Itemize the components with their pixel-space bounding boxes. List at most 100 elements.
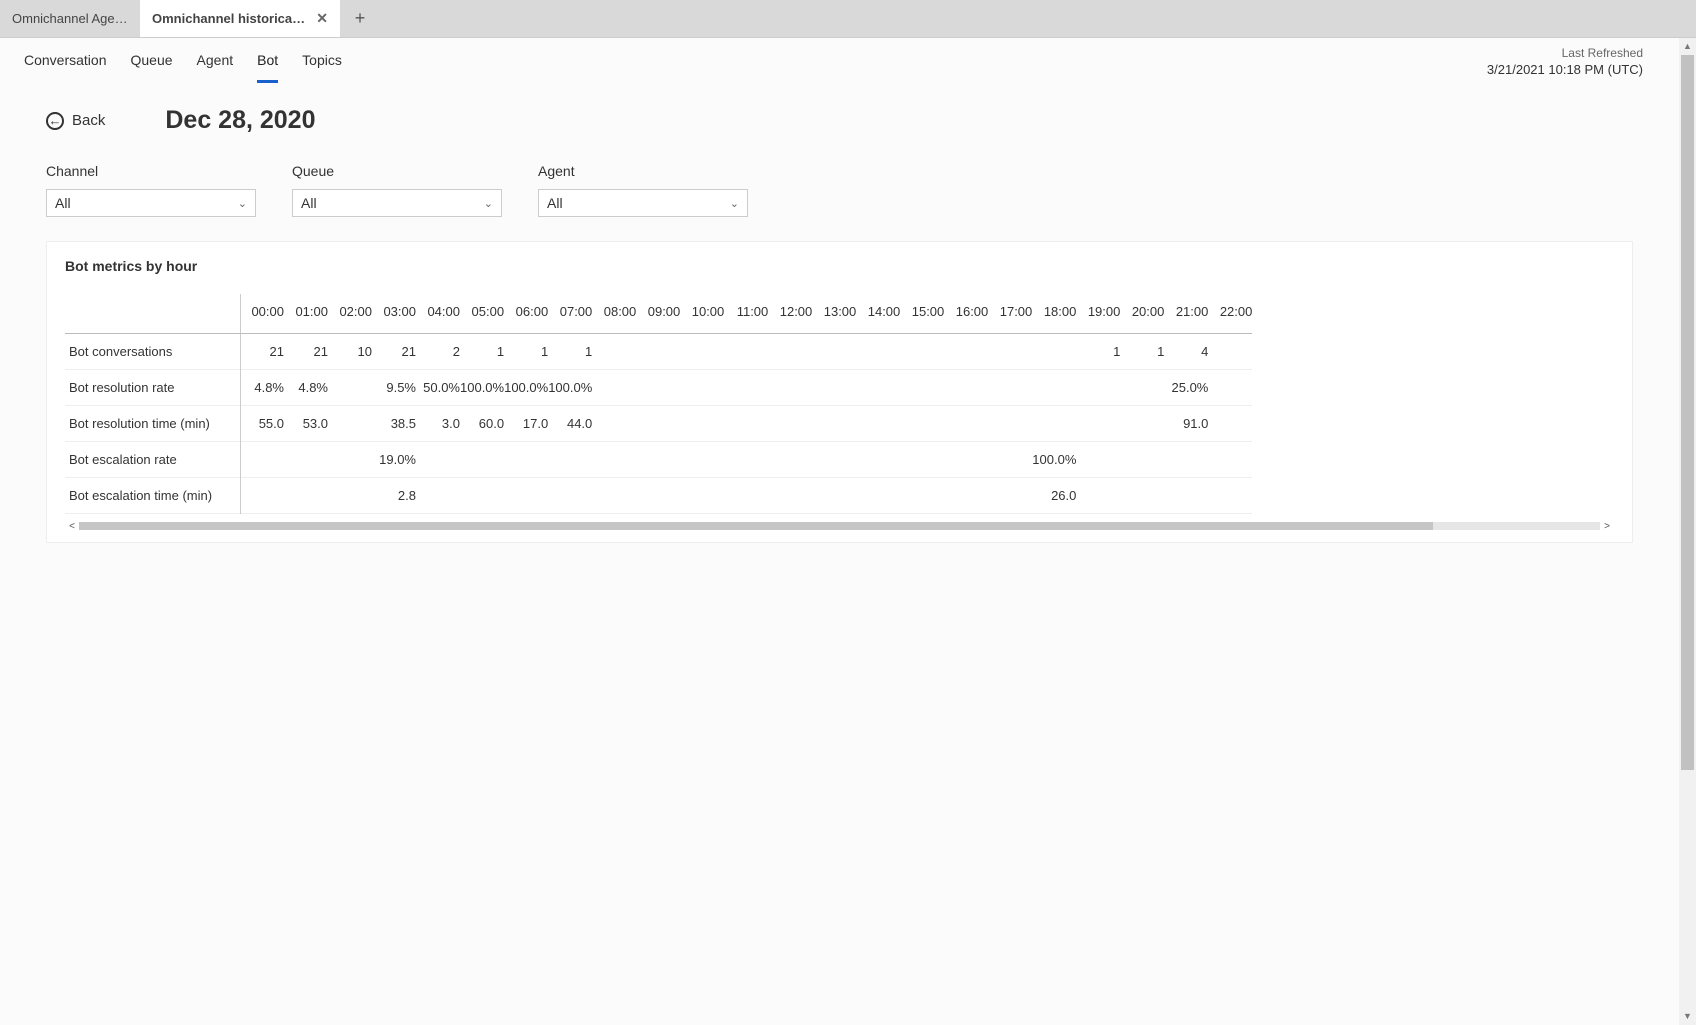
metric-cell: 21 — [372, 334, 416, 370]
metric-cell — [988, 370, 1032, 406]
metric-cell — [592, 334, 636, 370]
scroll-down-icon[interactable]: ▼ — [1679, 1008, 1696, 1025]
vertical-scrollbar[interactable]: ▲ ▼ — [1679, 38, 1696, 1025]
metric-cell: 100.0% — [548, 370, 592, 406]
metric-cell — [592, 406, 636, 442]
metric-cell — [1120, 406, 1164, 442]
hour-header: 17:00 — [988, 294, 1032, 334]
metric-cell — [988, 406, 1032, 442]
metric-cell — [504, 478, 548, 514]
tab-queue[interactable]: Queue — [131, 42, 173, 83]
hour-header: 20:00 — [1120, 294, 1164, 334]
metric-cell — [1120, 370, 1164, 406]
back-button[interactable]: Back — [46, 112, 105, 130]
app-tab-label: Omnichannel Age… — [12, 11, 128, 26]
hour-header: 04:00 — [416, 294, 460, 334]
filter-select-queue[interactable]: All⌄ — [292, 189, 502, 217]
metric-cell — [944, 478, 988, 514]
scroll-left-icon[interactable]: < — [65, 521, 79, 532]
metric-cell: 17.0 — [504, 406, 548, 442]
metric-cell — [1076, 406, 1120, 442]
horizontal-scrollbar[interactable]: < > — [65, 520, 1614, 532]
tab-conversation[interactable]: Conversation — [24, 42, 107, 83]
metric-cell — [768, 442, 812, 478]
metric-cell — [768, 406, 812, 442]
metric-cell — [240, 442, 284, 478]
metric-cell — [812, 334, 856, 370]
metric-cell — [944, 442, 988, 478]
metric-cell: 1 — [460, 334, 504, 370]
metric-cell — [812, 370, 856, 406]
hour-header: 08:00 — [592, 294, 636, 334]
metric-cell — [724, 478, 768, 514]
metric-cell — [240, 478, 284, 514]
filter-select-agent[interactable]: All⌄ — [538, 189, 748, 217]
metric-cell — [1164, 442, 1208, 478]
hour-header: 18:00 — [1032, 294, 1076, 334]
metric-cell: 3.0 — [416, 406, 460, 442]
horizontal-scrollbar-thumb[interactable] — [79, 522, 1433, 530]
metric-cell — [988, 334, 1032, 370]
metric-cell — [680, 370, 724, 406]
metric-cell — [328, 442, 372, 478]
metric-cell: 1 — [504, 334, 548, 370]
metric-cell: 21 — [240, 334, 284, 370]
metric-cell: 4 — [1164, 334, 1208, 370]
metric-label: Bot escalation time (min) — [65, 478, 240, 514]
metric-cell — [460, 478, 504, 514]
table-row: Bot resolution time (min)55.053.038.53.0… — [65, 406, 1252, 442]
metric-cell: 21 — [284, 334, 328, 370]
metric-cell — [1208, 478, 1252, 514]
scroll-up-icon[interactable]: ▲ — [1679, 38, 1696, 55]
metric-label: Bot escalation rate — [65, 442, 240, 478]
chevron-down-icon: ⌄ — [484, 197, 493, 210]
filter-select-channel[interactable]: All⌄ — [46, 189, 256, 217]
filter-agent: AgentAll⌄ — [538, 163, 748, 217]
vertical-scrollbar-thumb[interactable] — [1681, 55, 1694, 770]
tab-topics[interactable]: Topics — [302, 42, 342, 83]
metric-cell — [680, 442, 724, 478]
metric-cell — [724, 442, 768, 478]
close-icon[interactable]: ✕ — [316, 10, 328, 27]
metric-cell — [592, 442, 636, 478]
back-label: Back — [72, 112, 105, 129]
table-row: Bot conversations212110212111114 — [65, 334, 1252, 370]
metric-cell — [856, 334, 900, 370]
metric-cell — [1076, 370, 1120, 406]
hour-header: 19:00 — [1076, 294, 1120, 334]
metric-cell — [1208, 442, 1252, 478]
metric-cell — [768, 478, 812, 514]
metric-cell — [636, 406, 680, 442]
metric-cell: 55.0 — [240, 406, 284, 442]
metric-cell: 38.5 — [372, 406, 416, 442]
hour-header: 13:00 — [812, 294, 856, 334]
tab-bot[interactable]: Bot — [257, 42, 278, 83]
metric-cell: 100.0% — [460, 370, 504, 406]
metric-cell — [856, 478, 900, 514]
hour-header: 12:00 — [768, 294, 812, 334]
metric-cell: 50.0% — [416, 370, 460, 406]
metric-cell — [1032, 334, 1076, 370]
tab-agent[interactable]: Agent — [197, 42, 234, 83]
metric-cell — [856, 406, 900, 442]
metric-cell: 1 — [1076, 334, 1120, 370]
metric-cell: 19.0% — [372, 442, 416, 478]
metric-cell — [812, 478, 856, 514]
metric-cell — [988, 478, 1032, 514]
metric-cell: 53.0 — [284, 406, 328, 442]
new-tab-button[interactable]: + — [340, 0, 380, 37]
metric-cell: 44.0 — [548, 406, 592, 442]
hour-header: 16:00 — [944, 294, 988, 334]
hour-header: 00:00 — [240, 294, 284, 334]
app-tab[interactable]: Omnichannel historical an…✕ — [140, 0, 340, 37]
metric-cell — [724, 370, 768, 406]
metric-cell: 9.5% — [372, 370, 416, 406]
metric-cell — [592, 478, 636, 514]
app-tab[interactable]: Omnichannel Age… — [0, 0, 140, 37]
hour-header: 11:00 — [724, 294, 768, 334]
scroll-right-icon[interactable]: > — [1600, 521, 1614, 532]
hour-header: 09:00 — [636, 294, 680, 334]
metric-cell — [768, 334, 812, 370]
metric-cell — [548, 478, 592, 514]
hour-header: 15:00 — [900, 294, 944, 334]
